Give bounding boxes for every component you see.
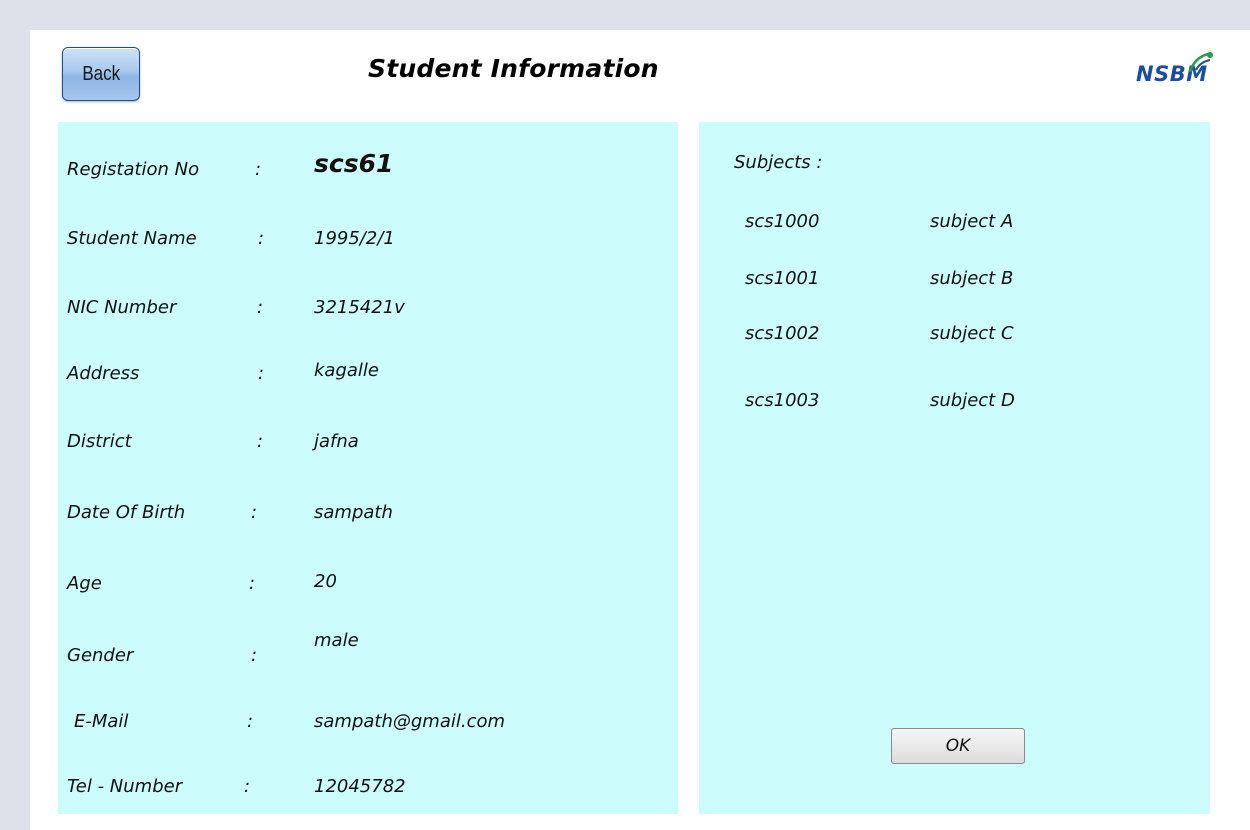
field-separator: : — [244, 776, 251, 797]
field-label-email: E-Mail — [74, 711, 129, 732]
subject-name: subject A — [930, 211, 1014, 232]
back-button-label: Back — [82, 62, 120, 85]
field-separator: : — [255, 159, 262, 180]
student-info-window: Back Student Information NSBM Registatio… — [30, 30, 1250, 830]
field-value-tel: 12045782 — [314, 776, 406, 797]
field-value-district: jafna — [314, 431, 359, 452]
logo-swoosh-icon — [1188, 52, 1213, 73]
field-label-age: Age — [67, 573, 102, 594]
page-title: Student Information — [368, 54, 659, 83]
field-value-dob: sampath — [314, 502, 393, 523]
nsbm-logo: NSBM — [1136, 52, 1216, 92]
subject-code: scs1000 — [745, 211, 820, 232]
subject-name: subject B — [930, 268, 1014, 289]
subjects-label: Subjects : — [734, 152, 823, 173]
ok-button[interactable]: OK — [891, 728, 1025, 764]
field-value-nic: 3215421v — [314, 297, 405, 318]
field-label-registration: Registation No — [67, 159, 200, 180]
field-label-nic: NIC Number — [67, 297, 177, 318]
field-label-dob: Date Of Birth — [67, 502, 186, 523]
subject-code: scs1002 — [745, 323, 820, 344]
ok-button-label: OK — [945, 736, 971, 756]
field-separator: : — [258, 363, 265, 384]
subject-name: subject D — [930, 390, 1015, 411]
field-value-registration: scs61 — [314, 149, 394, 178]
field-value-student-name: 1995/2/1 — [314, 228, 395, 249]
student-details-panel: Registation No : scs61 Student Name : 19… — [58, 122, 678, 814]
subject-code: scs1003 — [745, 390, 820, 411]
field-value-address: kagalle — [314, 360, 379, 381]
field-value-age: 20 — [314, 571, 337, 592]
field-separator: : — [249, 573, 256, 594]
field-separator: : — [257, 297, 264, 318]
field-separator: : — [247, 711, 254, 732]
subject-code: scs1001 — [745, 268, 820, 289]
field-label-district: District — [67, 431, 132, 452]
field-separator: : — [258, 228, 265, 249]
field-label-tel: Tel - Number — [67, 776, 183, 797]
subjects-panel: Subjects : scs1000 subject A scs1001 sub… — [699, 122, 1210, 814]
field-separator: : — [251, 645, 258, 666]
field-value-email: sampath@gmail.com — [314, 711, 506, 732]
field-separator: : — [251, 502, 258, 523]
back-button[interactable]: Back — [62, 47, 140, 101]
field-value-gender: male — [314, 630, 359, 651]
field-label-gender: Gender — [67, 645, 134, 666]
field-label-address: Address — [67, 363, 140, 384]
field-label-student-name: Student Name — [67, 228, 197, 249]
field-separator: : — [257, 431, 264, 452]
subject-name: subject C — [930, 323, 1014, 344]
